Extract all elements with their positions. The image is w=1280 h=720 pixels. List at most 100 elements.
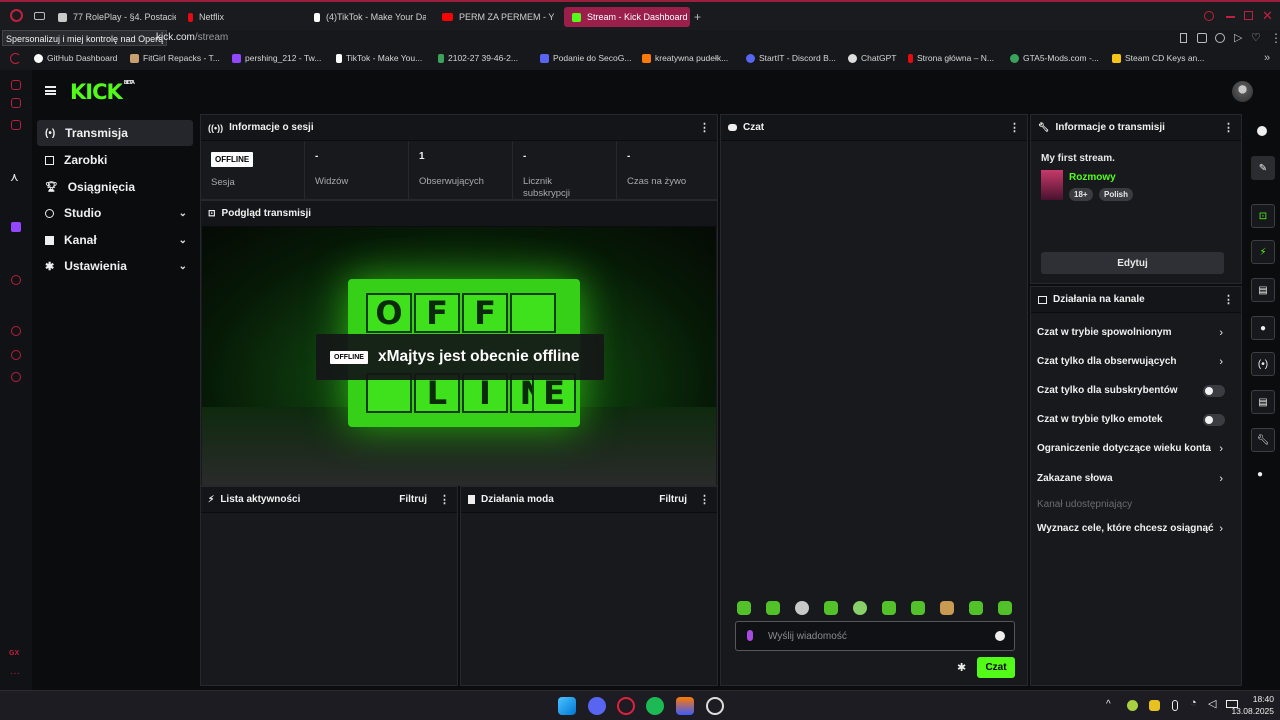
sidebar-clock-icon[interactable]: [11, 326, 21, 336]
nav-item-kanal[interactable]: Kanał ⌄: [37, 227, 193, 253]
tab-kick-dashboard[interactable]: Stream - Kick Dashboard: [564, 7, 690, 27]
tag-language[interactable]: Polish: [1099, 188, 1134, 201]
url-text[interactable]: kick.com/stream: [156, 32, 228, 43]
emote-icon[interactable]: [940, 601, 954, 615]
emote-icon[interactable]: [824, 601, 838, 615]
actions-icon[interactable]: ▤: [1251, 390, 1275, 414]
nav-item-zarobki[interactable]: Zarobki: [37, 147, 193, 173]
bookmark-fitgirl[interactable]: FitGirl Repacks - T...: [130, 53, 220, 63]
tag-age[interactable]: 18+: [1069, 188, 1093, 201]
chat-settings-icon[interactable]: ✱: [957, 661, 966, 674]
emote-icon[interactable]: [737, 601, 751, 615]
more-menu-icon[interactable]: ⋮: [439, 493, 450, 506]
filter-button[interactable]: Filtruj: [399, 494, 427, 505]
edit-icon[interactable]: ✎: [1251, 156, 1275, 180]
emoji-icon[interactable]: [995, 631, 1005, 641]
bookmark-numbers[interactable]: 2102-27 39-46-2...: [438, 53, 518, 63]
search-icon[interactable]: [1204, 11, 1214, 21]
tray-volume-icon[interactable]: ◁: [1208, 697, 1216, 710]
windows-start-icon[interactable]: [558, 697, 576, 715]
sidebar-wallet-icon[interactable]: [11, 98, 21, 108]
avatar[interactable]: [1232, 81, 1253, 102]
sidebar-pinboard-icon[interactable]: [11, 350, 21, 360]
chat-send-button[interactable]: Czat: [977, 657, 1015, 678]
app-icon[interactable]: [676, 697, 694, 715]
tab-overview-icon[interactable]: [34, 12, 45, 20]
emote-icon[interactable]: [766, 601, 780, 615]
sidebar-history-icon[interactable]: [11, 80, 21, 90]
chat-input[interactable]: Wyślij wiadomość: [735, 621, 1015, 651]
chat-bubble-icon[interactable]: ●: [1251, 316, 1275, 340]
discord-icon[interactable]: [588, 697, 606, 715]
sidebar-twitch-icon[interactable]: [11, 222, 21, 232]
extensions-icon[interactable]: [1215, 33, 1225, 43]
tray-wifi-icon[interactable]: ◔: [1190, 697, 1197, 709]
bookmark-twitch[interactable]: pershing_212 - Tw...: [232, 53, 321, 63]
bookmark-steamcdkeys[interactable]: Steam CD Keys an...: [1112, 53, 1204, 63]
studio-icon[interactable]: ⊡: [1251, 204, 1275, 228]
sidebar-player-icon[interactable]: [11, 275, 21, 285]
tab-youtube[interactable]: PERM ZA PERMEM - You: [442, 8, 554, 26]
browser-menu-icon[interactable]: ⋮: [1270, 31, 1280, 45]
more-bookmarks-icon[interactable]: »: [1264, 52, 1270, 64]
steam-icon[interactable]: [706, 697, 724, 715]
slow-mode-row[interactable]: Czat w trybie spowolnionym ›: [1031, 327, 1229, 345]
opera-menu-icon[interactable]: [10, 9, 23, 22]
emote-icon[interactable]: [969, 601, 983, 615]
new-tab-button[interactable]: +: [694, 10, 701, 24]
sidebar-gx-icon[interactable]: GX: [9, 650, 19, 657]
more-menu-icon[interactable]: ⋮: [699, 493, 710, 506]
more-menu-icon[interactable]: ⋮: [1223, 121, 1234, 134]
sidebar-aria-icon[interactable]: ⋏: [10, 170, 19, 184]
sidebar-more-icon[interactable]: ···: [10, 668, 20, 679]
maximize-button[interactable]: [1244, 11, 1253, 20]
emote-icon[interactable]: [882, 601, 896, 615]
spotify-icon[interactable]: [646, 697, 664, 715]
microphone-icon[interactable]: [747, 630, 753, 641]
edit-button[interactable]: Edytuj: [1041, 252, 1224, 274]
followers-only-row[interactable]: Czat tylko dla obserwujących ›: [1031, 356, 1229, 374]
sidebar-messenger-icon[interactable]: [11, 120, 21, 130]
bookmark-chatgpt[interactable]: ChatGPT: [848, 53, 896, 63]
bookmark-podanie[interactable]: Podanie do SecoG...: [540, 53, 631, 63]
account-age-row[interactable]: Ograniczenie dotyczące wieku konta ›: [1031, 443, 1229, 461]
close-button[interactable]: ✕: [1262, 8, 1273, 24]
tab-roleplay[interactable]: 77 RolePlay - §4. Postacie: [58, 8, 176, 26]
more-menu-icon[interactable]: ⋮: [699, 121, 710, 134]
bookmark-tiktok[interactable]: TikTok - Make You...: [336, 53, 422, 63]
tray-app-icon[interactable]: [1149, 700, 1160, 711]
minimize-button[interactable]: [1226, 16, 1235, 18]
bolt-icon[interactable]: ⚡︎: [1251, 240, 1275, 264]
wrench-icon[interactable]: 🔧︎: [1251, 428, 1275, 452]
nav-item-ustawienia[interactable]: ✱ Ustawienia ⌄: [37, 253, 193, 279]
tray-microphone-icon[interactable]: [1172, 700, 1178, 711]
bookmark-icon[interactable]: [1180, 33, 1187, 43]
broadcast-icon[interactable]: (•): [1251, 352, 1275, 376]
category-link[interactable]: Rozmowy: [1069, 172, 1116, 183]
nav-item-transmisja[interactable]: (•) Transmisja: [37, 120, 193, 146]
player-icon[interactable]: ▷: [1234, 31, 1242, 44]
opera-gx-icon[interactable]: [617, 697, 635, 715]
subscribers-only-toggle[interactable]: [1203, 385, 1225, 397]
tab-netflix[interactable]: Netflix: [188, 8, 248, 26]
sidebar-settings-icon[interactable]: [11, 372, 21, 382]
kick-logo[interactable]: KICK BETA: [70, 80, 135, 104]
tab-tiktok[interactable]: (4)TikTok - Make Your Da: [314, 8, 426, 26]
emote-icon[interactable]: [853, 601, 867, 615]
address-bar[interactable]: Spersonalizuj i miej kontrolę nad Operą …: [0, 30, 1280, 48]
emote-icon[interactable]: [795, 601, 809, 615]
heart-icon[interactable]: ♡: [1251, 31, 1261, 44]
tray-nvidia-icon[interactable]: [1127, 700, 1138, 711]
document-icon[interactable]: ▤: [1251, 278, 1275, 302]
clock[interactable]: 18:40 13.08.2025: [1226, 693, 1274, 717]
banned-words-row[interactable]: Zakazane słowa ›: [1031, 473, 1229, 491]
emote-icon[interactable]: [911, 601, 925, 615]
nav-item-osiagniecia[interactable]: 🏆︎ Osiągnięcia: [37, 174, 193, 200]
emote-only-toggle[interactable]: [1203, 414, 1225, 426]
add-widget-icon[interactable]: ●: [1257, 469, 1263, 480]
goals-row[interactable]: Wyznacz cele, które chcesz osiągnąć ›: [1031, 523, 1229, 541]
info-icon[interactable]: [1257, 126, 1267, 136]
emote-icon[interactable]: [998, 601, 1012, 615]
bookmark-netflix[interactable]: Strona główna – N...: [908, 53, 994, 63]
bookmark-kreatywna[interactable]: kreatywna pudełk...: [642, 53, 728, 63]
